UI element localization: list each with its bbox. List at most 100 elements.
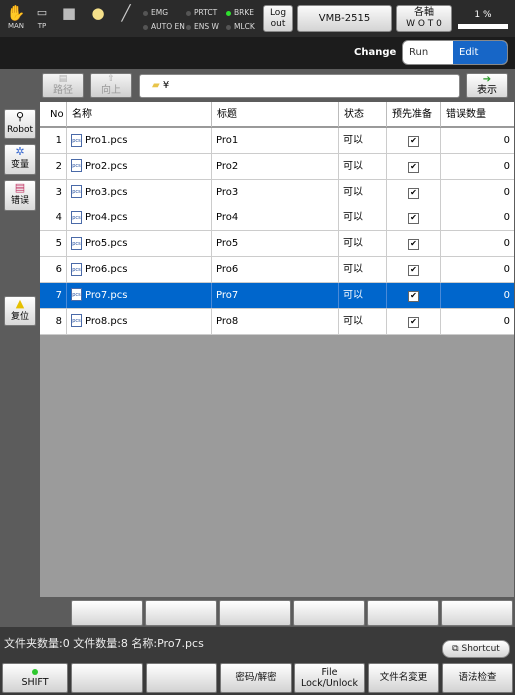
pcs-file-icon: pcs [71, 314, 82, 328]
cell-no: 2 [40, 153, 67, 179]
table-row[interactable]: 1 pcs Pro1.pcs Pro1 可以 ✔ 0 [40, 128, 514, 154]
cell-errors: 0 [503, 238, 510, 250]
cell-status: 可以 [339, 153, 387, 179]
variable-button[interactable]: ✲ 变量 [4, 144, 36, 175]
table-row[interactable]: 5 pcs Pro5.pcs Pro5 可以 ✔ 0 [40, 231, 514, 258]
cell-prep: ✔ [387, 308, 441, 334]
prep-checkbox[interactable]: ✔ [408, 239, 419, 251]
ensw-indicator: ENS W [186, 22, 219, 31]
prep-checkbox[interactable]: ✔ [408, 265, 419, 276]
function-key-1[interactable] [71, 600, 143, 626]
mlck-dot-icon [226, 24, 231, 30]
rename-file-button[interactable]: 文件名変更 [368, 663, 439, 693]
table-row[interactable]: 4 pcs Pro4.pcs Pro4 可以 ✔ 0 [40, 205, 514, 232]
cell-status: 可以 [339, 308, 387, 334]
cell-title: Pro6 [212, 257, 339, 282]
prep-checkbox[interactable]: ✔ [408, 161, 419, 173]
table-row[interactable]: 3 pcs Pro3.pcs Pro3 可以 ✔ 0 [40, 179, 514, 206]
pcs-file-icon: pcs [71, 159, 82, 173]
robot-button[interactable]: ⚲ Robot [4, 109, 36, 139]
file-name: Pro2.pcs [85, 160, 128, 172]
cell-status: 可以 [339, 231, 387, 257]
cell-prep: ✔ [387, 128, 441, 153]
cell-title: Pro3 [212, 179, 339, 205]
prep-checkbox[interactable]: ✔ [408, 213, 419, 225]
table-row[interactable]: 2 pcs Pro2.pcs Pro2 可以 ✔ 0 [40, 153, 514, 180]
cell-no: 5 [40, 231, 67, 257]
function-key-6[interactable] [441, 600, 513, 626]
axis-mode-button[interactable]: 各軸 W O T 0 [396, 5, 452, 32]
file-name: Pro6.pcs [85, 264, 128, 275]
col-status[interactable]: 状态 [339, 102, 387, 127]
cell-name: pcs Pro2.pcs [67, 153, 212, 179]
run-option[interactable]: Run [403, 41, 455, 64]
table-row[interactable]: 8 pcs Pro8.pcs Pro8 可以 ✔ 0 [40, 308, 514, 335]
table-row[interactable]: 6 pcs Pro6.pcs Pro6 可以 ✔ 0 [40, 257, 514, 283]
col-title[interactable]: 标题 [212, 102, 339, 127]
path-field[interactable]: ▰ ¥ [139, 74, 460, 98]
table-row[interactable]: 7 pcs Pro7.pcs Pro7 可以 ✔ 0 [40, 282, 514, 309]
cell-no: 4 [40, 205, 67, 231]
prep-checkbox[interactable]: ✔ [408, 187, 419, 199]
prtct-indicator: PRTCT [186, 8, 217, 17]
function-key-5[interactable] [367, 600, 439, 626]
col-no[interactable]: No [40, 102, 67, 127]
shortcut-button[interactable]: ⧉ Shortcut [442, 640, 510, 658]
cell-errors: 0 [503, 315, 510, 327]
cell-title: Pro5 [212, 231, 339, 257]
function-key-4[interactable] [293, 600, 365, 626]
emg-indicator: EMG [143, 8, 168, 17]
file-lock-button[interactable]: File Lock/Unlock [294, 663, 365, 693]
cell-status: 可以 [339, 282, 387, 308]
wand-icon: ╱ [121, 4, 131, 22]
cell-errors: 0 [503, 135, 510, 146]
cell-name: pcs Pro8.pcs [67, 308, 212, 334]
run-edit-toggle[interactable]: Run Edit [402, 40, 508, 65]
cell-prep: ✔ [387, 231, 441, 257]
cell-errors: 0 [503, 186, 510, 198]
pcs-file-icon: pcs [71, 210, 82, 224]
function-key-3[interactable] [219, 600, 291, 626]
prep-checkbox[interactable]: ✔ [408, 316, 419, 328]
cell-status: 可以 [339, 257, 387, 282]
file-name: Pro1.pcs [85, 135, 128, 146]
shortcut-icon: ⧉ [452, 644, 459, 654]
error-button[interactable]: ▤ 错误 [4, 180, 36, 211]
robot-model-button[interactable]: VMB-2515 [297, 5, 392, 32]
robot-arm-icon: ⚲ [15, 110, 25, 123]
cell-no: 6 [40, 257, 67, 282]
prtct-dot-icon [186, 10, 191, 16]
variable-gear-icon: ✲ [15, 145, 25, 158]
function-key-2[interactable] [145, 600, 217, 626]
warning-icon: ▲ [15, 297, 25, 310]
col-errors[interactable]: 错误数量 [441, 102, 514, 127]
stop-indicator: ■ [57, 4, 81, 34]
prep-checkbox[interactable]: ✔ [408, 136, 419, 147]
cell-no: 1 [40, 128, 67, 153]
pcs-file-icon: pcs [71, 133, 82, 147]
error-document-icon: ▤ [14, 181, 26, 194]
bottom-key-2[interactable] [71, 663, 143, 693]
square-icon: ■ [61, 4, 77, 22]
bottom-key-3[interactable] [146, 663, 217, 693]
shift-button[interactable]: SHIFT [2, 663, 68, 693]
auto-en-dot-icon [143, 24, 148, 30]
edit-option[interactable]: Edit [453, 41, 507, 64]
cell-title: Pro7 [212, 282, 339, 308]
speed-indicator[interactable]: 1 % [458, 8, 508, 32]
encrypt-decrypt-button[interactable]: 密码/解密 [220, 663, 292, 693]
lightbulb-icon: ● [91, 4, 105, 22]
teach-pendant-icon: ▭ [36, 6, 48, 19]
up-button[interactable]: ⇧ 向上 [90, 73, 132, 98]
path-button[interactable]: ▤ 路径 [42, 73, 84, 98]
cell-status: 可以 [339, 205, 387, 231]
folder-path-icon: ▤ [58, 74, 68, 84]
reset-button[interactable]: ▲ 复位 [4, 296, 36, 326]
show-button[interactable]: ➔ 表示 [466, 73, 508, 98]
col-name[interactable]: 名称 [67, 102, 212, 127]
prep-checkbox[interactable]: ✔ [408, 290, 419, 302]
col-prep[interactable]: 预先准备 [387, 102, 441, 127]
syntax-check-button[interactable]: 语法检查 [442, 663, 513, 693]
logout-button[interactable]: Log out [263, 5, 293, 32]
tp-indicator: ▭ TP [30, 4, 54, 34]
